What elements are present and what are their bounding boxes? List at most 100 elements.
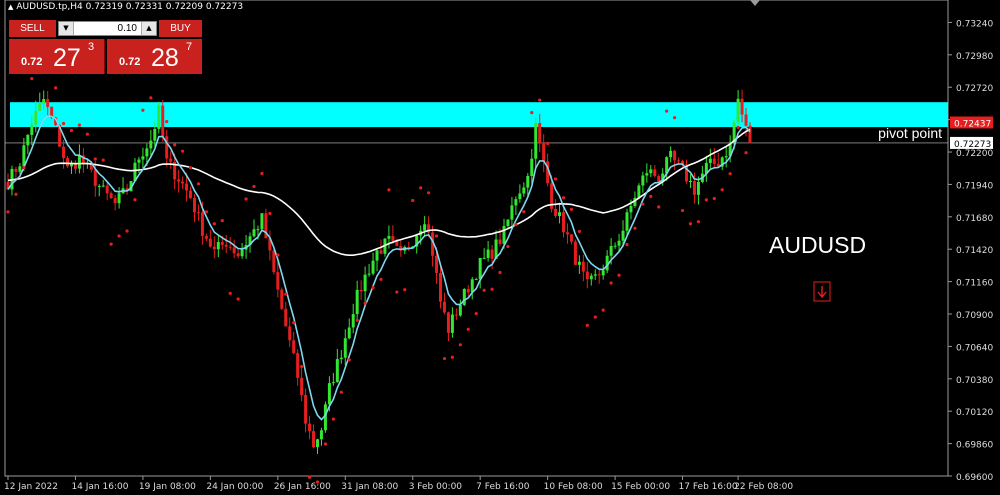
sar-dot (387, 188, 391, 192)
candle-body (522, 187, 526, 194)
sar-dot (426, 191, 431, 195)
sar-dot (371, 285, 375, 290)
candle-body (315, 439, 319, 448)
y-tick-label: 0.72200 (956, 149, 993, 159)
collapse-triangle-icon[interactable]: ▲ (8, 3, 13, 11)
sar-dot (530, 111, 534, 115)
sar-dot (419, 186, 423, 190)
candle-body (343, 338, 347, 358)
sar-dot (77, 123, 82, 127)
x-tick-label: 24 Jan 00:00 (206, 482, 263, 492)
candle-body (435, 255, 439, 274)
candle-body (442, 301, 446, 313)
sar-dot (149, 96, 153, 100)
candle-body (212, 246, 216, 250)
candle-body (141, 156, 145, 160)
candle-body (518, 193, 522, 200)
sar-dot (744, 151, 748, 155)
candle-body (585, 271, 589, 280)
sar-dot (720, 188, 724, 192)
sar-dot (450, 355, 455, 359)
candle-body (276, 272, 280, 290)
y-tick-label: 0.70380 (956, 376, 993, 386)
buy-price-fraction: 7 (186, 41, 193, 53)
pivot-point-label: pivot point (878, 125, 942, 141)
candle-body (355, 289, 359, 315)
one-click-trading-panel: SELL ▼ ▲ BUY 0.72 27 3 0.72 28 7 (9, 20, 202, 75)
sar-dot (546, 141, 550, 146)
sar-dot (244, 197, 248, 201)
candle-body (46, 99, 50, 107)
lot-decrease-icon[interactable]: ▼ (59, 22, 74, 35)
candle-body (117, 193, 121, 204)
candle-body (260, 213, 264, 230)
candle-body (319, 430, 323, 440)
candle-body (490, 249, 494, 259)
resistance-zone (10, 102, 948, 128)
sell-price-prefix: 0.72 (21, 56, 43, 68)
candle-body (137, 159, 141, 163)
sell-price-fraction: 3 (88, 41, 95, 53)
buy-button[interactable]: BUY (159, 20, 202, 37)
y-tick-label: 0.72980 (956, 52, 993, 62)
candle-body (232, 247, 236, 254)
sell-button[interactable]: SELL (9, 20, 56, 37)
candle-body (228, 246, 232, 248)
candle-body (185, 183, 189, 191)
sar-dot (125, 229, 129, 233)
candle-body (526, 175, 530, 188)
sar-dot (85, 132, 89, 136)
candle-body (748, 125, 752, 143)
x-tick-label: 22 Feb 08:00 (734, 482, 793, 492)
candle-body (708, 158, 712, 163)
y-tick-label: 0.71160 (956, 279, 993, 289)
chart-shift-icon[interactable] (750, 0, 760, 6)
candle-body (62, 146, 66, 159)
candle-body (565, 232, 569, 235)
sar-dot (180, 149, 185, 153)
sar-dot (728, 172, 732, 176)
sar-dot (355, 318, 359, 322)
candle-body (208, 238, 212, 247)
lot-increase-icon[interactable]: ▲ (141, 22, 156, 35)
candle-body (439, 273, 443, 302)
candle-body (597, 274, 601, 276)
candle-body (554, 208, 558, 216)
candle-body (542, 142, 546, 162)
y-tick-label: 0.70640 (956, 343, 993, 353)
candle-body (236, 253, 240, 257)
candle-body (192, 198, 196, 213)
sar-dot (665, 109, 669, 113)
candle-body (379, 250, 383, 254)
fast-moving-average-line (7, 115, 751, 421)
candle-body (347, 327, 351, 339)
sar-dot (14, 192, 18, 196)
candle-body (204, 235, 208, 239)
candle-body (327, 383, 331, 405)
candle-body (562, 212, 566, 233)
y-tick-label: 0.71940 (956, 181, 993, 191)
y-tick-label: 0.71420 (956, 246, 993, 256)
lot-size-input[interactable] (74, 22, 141, 35)
sell-price-button[interactable]: 0.72 27 3 (9, 39, 105, 74)
sar-dot (22, 166, 26, 170)
sar-dot (704, 198, 708, 202)
candle-body (224, 244, 228, 247)
sar-dot (680, 208, 685, 213)
sar-dot (54, 86, 58, 90)
candle-body (34, 110, 38, 125)
candle-body (498, 239, 502, 244)
symbol-label: AUDUSD (769, 232, 867, 258)
x-tick-label: 3 Feb 00:00 (409, 482, 463, 492)
candle-body (300, 377, 304, 396)
candle-body (740, 98, 744, 115)
sar-dot (61, 121, 66, 126)
candle-body (113, 198, 117, 204)
x-tick-label: 26 Jan 16:00 (274, 482, 331, 492)
candle-body (625, 212, 629, 231)
buy-price-button[interactable]: 0.72 28 7 (107, 39, 202, 74)
y-tick-label: 0.70900 (956, 311, 993, 321)
lot-size-stepper[interactable]: ▼ ▲ (58, 21, 157, 36)
candle-body (736, 98, 740, 123)
candle-body (510, 205, 514, 220)
